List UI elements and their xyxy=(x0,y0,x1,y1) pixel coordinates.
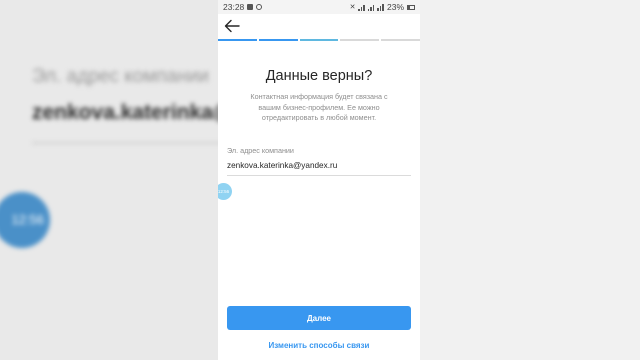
background-email-label: Эл. адрес компании xyxy=(32,66,209,87)
mute-icon: ✕ xyxy=(349,4,356,11)
progress-step-2 xyxy=(258,39,298,41)
battery-level: 23% xyxy=(386,2,404,12)
phone-screen: 23:28 ✕ 23% Данные верны? Контактная инф… xyxy=(218,0,420,360)
background-bubble: 12:56 xyxy=(0,192,50,248)
background-left: Эл. адрес компании zenkova.katerinka@yan… xyxy=(0,0,218,360)
progress-step-3 xyxy=(299,39,339,41)
wifi-icon xyxy=(377,3,384,11)
change-contacts-link[interactable]: Изменить способы связи xyxy=(218,341,420,350)
email-field-block: Эл. адрес компании xyxy=(227,146,411,176)
background-divider xyxy=(32,142,218,144)
page-subtitle: Контактная информация будет связана с ва… xyxy=(250,92,388,122)
background-blur: Эл. адрес компании zenkova.katerinka@yan… xyxy=(0,0,218,360)
signal-icon xyxy=(358,4,365,11)
email-field[interactable] xyxy=(227,158,411,176)
toolbar xyxy=(218,14,420,39)
background-right xyxy=(420,0,640,360)
progress-step-4 xyxy=(340,39,380,41)
record-icon xyxy=(256,4,263,10)
battery-icon xyxy=(407,4,415,10)
status-left: 23:28 xyxy=(223,2,263,12)
page-title: Данные верны? xyxy=(265,68,373,84)
email-field-label: Эл. адрес компании xyxy=(227,145,294,155)
status-bar: 23:28 ✕ 23% xyxy=(218,0,420,14)
signal-icon xyxy=(367,4,375,11)
step-progress xyxy=(218,39,420,41)
status-right: ✕ 23% xyxy=(350,2,415,12)
status-time: 23:28 xyxy=(223,2,245,12)
arrow-left-icon[interactable] xyxy=(224,19,240,33)
background-email-value: zenkova.katerinka@yandex.ru xyxy=(32,101,218,124)
notification-icon xyxy=(247,4,254,10)
progress-step-1 xyxy=(218,39,257,41)
overlay-bubble[interactable]: 12:56 xyxy=(218,183,232,200)
next-button[interactable]: Далее xyxy=(227,306,411,330)
progress-step-5 xyxy=(381,39,420,41)
